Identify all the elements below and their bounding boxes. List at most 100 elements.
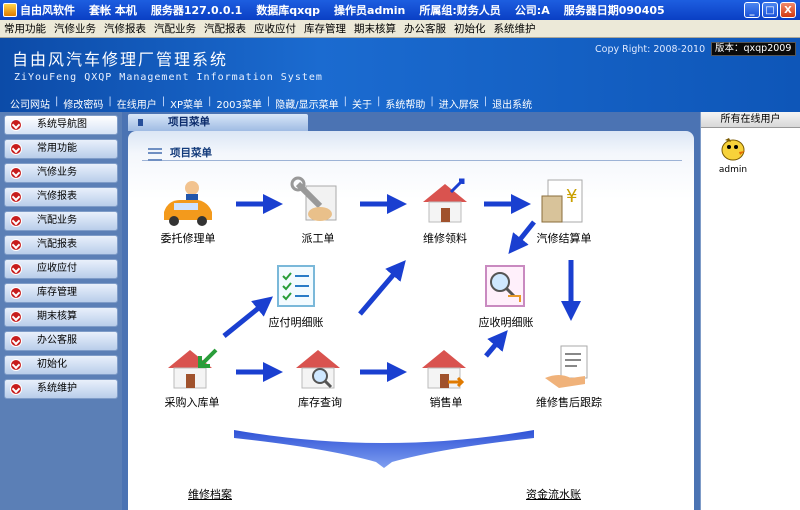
- title-bar: 自由风软件 套帐 本机 服务器127.0.0.1 数据库qxqp 操作员admi…: [0, 0, 800, 20]
- workflow-arrows: [222, 194, 581, 468]
- menu-parts-reports[interactable]: 汽配报表: [200, 21, 250, 36]
- separator: |: [108, 96, 112, 107]
- link-exit[interactable]: 退出系统: [492, 96, 532, 111]
- chevron-down-icon: [10, 215, 22, 227]
- house-arrow-icon: [168, 348, 218, 389]
- car-icon: [164, 181, 212, 226]
- node-label: 应付明细账: [268, 316, 324, 329]
- chevron-down-icon: [10, 287, 22, 299]
- system-subtitle: ZiYouFeng QXQP Management Information Sy…: [14, 72, 323, 83]
- menu-receivable-payable[interactable]: 应收应付: [250, 21, 300, 36]
- menu-office[interactable]: 办公客服: [400, 21, 450, 36]
- chevron-down-icon: [10, 359, 22, 371]
- app-icon: [3, 3, 17, 17]
- node-label: 库存查询: [298, 396, 342, 409]
- menu-period-close[interactable]: 期末核算: [350, 21, 400, 36]
- node-repair-material[interactable]: 维修领料: [417, 176, 473, 246]
- menu-init[interactable]: 初始化: [450, 21, 490, 36]
- menu-repair-reports[interactable]: 汽修报表: [100, 21, 150, 36]
- separator: |: [266, 96, 271, 107]
- online-user-name: admin: [718, 165, 748, 175]
- node-commission-order[interactable]: 委托修理单: [158, 176, 218, 246]
- nav-parts-business[interactable]: 汽配业务: [4, 211, 118, 231]
- separator: |: [430, 96, 434, 107]
- title-operator: 操作员admin: [334, 4, 406, 17]
- nav-label: 系统导航图: [37, 119, 87, 130]
- menu-common[interactable]: 常用功能: [0, 21, 50, 36]
- toolbar-links: 公司网站 | 修改密码 | 在线用户 | XP菜单 | 2003菜单 | 隐藏/显示菜单 |…: [10, 96, 532, 111]
- nav-period-close[interactable]: 期末核算: [4, 307, 118, 327]
- node-receivable-detail[interactable]: 应收明细账: [478, 262, 534, 330]
- title-group: 所属组:财务人员: [419, 4, 501, 17]
- checklist-icon: [277, 265, 315, 307]
- nav-inventory[interactable]: 库存管理: [4, 283, 118, 303]
- link-screensaver[interactable]: 进入屏保: [439, 96, 479, 111]
- header-banner: 自由风汽车修理厂管理系统 ZiYouFeng QXQP Management I…: [0, 38, 800, 112]
- link-help[interactable]: 系统帮助: [385, 96, 425, 111]
- system-title: 自由风汽车修理厂管理系统: [12, 50, 229, 69]
- link-cash-flow[interactable]: 资金流水账: [526, 486, 581, 502]
- nav-office[interactable]: 办公客服: [4, 331, 118, 351]
- title-server: 服务器127.0.0.1: [150, 4, 243, 17]
- chevron-down-icon: [10, 119, 22, 131]
- nav-common[interactable]: 常用功能: [4, 139, 118, 159]
- link-xp-menu[interactable]: XP菜单: [170, 96, 203, 111]
- nav-system-map[interactable]: 系统导航图: [4, 115, 118, 135]
- menu-system[interactable]: 系统维护: [490, 21, 540, 36]
- user-avatar-icon: [721, 138, 745, 161]
- chevron-down-icon: [10, 311, 22, 323]
- separator: |: [343, 96, 347, 107]
- nav-label: 汽修报表: [37, 191, 77, 202]
- chevron-down-icon: [10, 239, 22, 251]
- nav-label: 汽修业务: [37, 167, 77, 178]
- link-about[interactable]: 关于: [352, 96, 372, 111]
- online-user[interactable]: admin: [713, 134, 753, 175]
- nav-receivable-payable[interactable]: 应收应付: [4, 259, 118, 279]
- hand-document-icon: [545, 345, 588, 388]
- node-purchase-receipt[interactable]: 采购入库单: [164, 344, 220, 410]
- node-label: 维修领料: [423, 232, 467, 245]
- maximize-button[interactable]: □: [762, 2, 778, 18]
- minimize-button[interactable]: _: [744, 2, 760, 18]
- link-company-site[interactable]: 公司网站: [10, 96, 50, 111]
- menu-repair-business[interactable]: 汽修业务: [50, 21, 100, 36]
- node-sales-order[interactable]: 销售单: [418, 344, 474, 410]
- chevron-down-icon: [10, 167, 22, 179]
- nav-repair-reports[interactable]: 汽修报表: [4, 187, 118, 207]
- chevron-down-icon: [10, 383, 22, 395]
- link-2003-menu[interactable]: 2003菜单: [216, 96, 261, 111]
- nav-parts-reports[interactable]: 汽配报表: [4, 235, 118, 255]
- nav-label: 常用功能: [37, 143, 77, 154]
- nav-init[interactable]: 初始化: [4, 355, 118, 375]
- node-stock-query[interactable]: 库存查询: [292, 344, 348, 410]
- nav-label: 应收应付: [37, 263, 77, 274]
- chevron-down-icon: [10, 335, 22, 347]
- online-users-panel: 所有在线用户 admin: [700, 112, 800, 510]
- link-toggle-menu[interactable]: 隐藏/显示菜单: [275, 96, 338, 111]
- title-company: 公司:A: [514, 4, 550, 17]
- link-online-users[interactable]: 在线用户: [117, 96, 157, 111]
- chevron-down-icon: [10, 263, 22, 275]
- node-aftersales-tracking[interactable]: 维修售后跟踪: [536, 344, 602, 410]
- left-nav: 系统导航图 常用功能 汽修业务 汽修报表 汽配业务 汽配报表 应收应付 库存管理…: [0, 112, 122, 510]
- nav-label: 期末核算: [37, 311, 77, 322]
- nav-repair-business[interactable]: 汽修业务: [4, 163, 118, 183]
- node-label: 销售单: [429, 396, 463, 409]
- link-repair-archive[interactable]: 维修档案: [188, 486, 232, 502]
- node-repair-settlement[interactable]: ¥ 汽修结算单: [536, 176, 592, 246]
- link-change-password[interactable]: 修改密码: [63, 96, 103, 111]
- menu-inventory[interactable]: 库存管理: [300, 21, 350, 36]
- nav-system[interactable]: 系统维护: [4, 379, 118, 399]
- chevron-down-icon: [10, 191, 22, 203]
- house-search-icon: [296, 350, 340, 389]
- separator: |: [208, 96, 212, 107]
- main-area: 项目菜单 项目菜单 委托修理单 派工单 维修领料 ¥ 汽修结算单 应付明细账 应…: [122, 112, 700, 510]
- nav-label: 系统维护: [37, 383, 77, 394]
- node-label: 采购入库单: [164, 396, 220, 409]
- close-button[interactable]: X: [780, 2, 796, 18]
- node-label: 委托修理单: [160, 232, 216, 245]
- node-payable-detail[interactable]: 应付明细账: [268, 262, 324, 330]
- menu-parts-business[interactable]: 汽配业务: [150, 21, 200, 36]
- node-dispatch-order[interactable]: 派工单: [290, 176, 346, 246]
- invoice-calculator-icon: ¥: [541, 179, 583, 223]
